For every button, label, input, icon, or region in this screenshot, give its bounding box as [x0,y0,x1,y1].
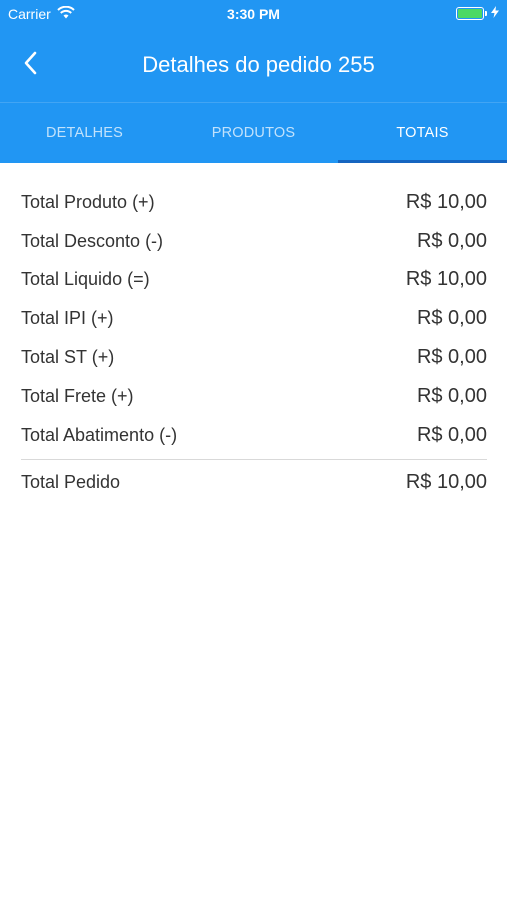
tab-active-indicator [338,160,507,163]
total-label: Total Desconto (-) [21,230,164,251]
status-right [456,5,499,21]
tab-totais[interactable]: TOTAIS [338,103,507,163]
total-row-ipi: Total IPI (+) R$ 0,00 [21,299,487,338]
total-row-produto: Total Produto (+) R$ 10,00 [21,183,487,222]
tab-bar: DETALHES PRODUTOS TOTAIS [0,102,507,163]
total-value: R$ 10,00 [405,268,487,291]
tab-detalhes[interactable]: DETALHES [0,103,169,163]
page-title: Detalhes do pedido 255 [142,52,375,77]
total-label: Total ST (+) [21,347,115,368]
total-value: R$ 0,00 [416,423,487,446]
grand-total-row: Total Pedido R$ 10,00 [21,464,487,503]
total-value: R$ 0,00 [416,307,487,330]
total-row-st: Total ST (+) R$ 0,00 [21,338,487,377]
total-value: R$ 0,00 [416,346,487,369]
nav-bar: Detalhes do pedido 255 [0,28,507,102]
total-label: Total Abatimento (-) [21,424,178,445]
total-label: Total Produto (+) [21,191,155,212]
total-value: R$ 10,00 [405,190,487,213]
total-row-liquido: Total Liquido (=) R$ 10,00 [21,261,487,300]
battery-tip [485,10,487,16]
clock: 3:30 PM [227,6,280,22]
total-label: Total Frete (+) [21,385,134,406]
total-row-frete: Total Frete (+) R$ 0,00 [21,377,487,416]
battery-icon [456,6,484,20]
divider [21,458,487,460]
bolt-icon [491,5,499,21]
status-bar: Carrier 3:30 PM [0,0,507,28]
tab-produtos[interactable]: PRODUTOS [169,103,338,163]
grand-total-label: Total Pedido [21,472,121,493]
grand-total-value: R$ 10,00 [405,471,487,494]
total-label: Total IPI (+) [21,308,114,329]
total-label: Total Liquido (=) [21,269,150,290]
total-row-desconto: Total Desconto (-) R$ 0,00 [21,222,487,261]
totals-list: Total Produto (+) R$ 10,00 Total Descont… [0,163,507,502]
total-value: R$ 0,00 [416,229,487,252]
total-value: R$ 0,00 [416,384,487,407]
total-row-abatimento: Total Abatimento (-) R$ 0,00 [21,416,487,455]
